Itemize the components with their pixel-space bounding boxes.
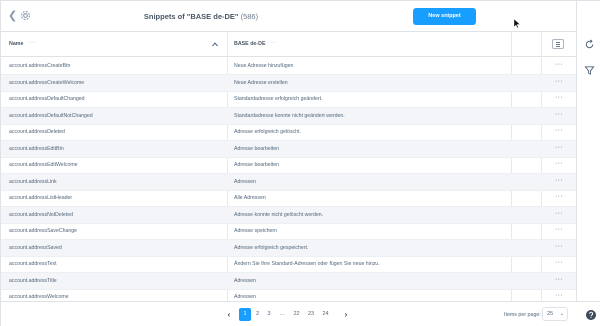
snippet-count: (586) [240, 12, 259, 21]
table-row[interactable]: account.addressEditWelcome Adresse bearbe… [1, 157, 576, 174]
snippet-value-cell[interactable]: Neue Adresse erstellen [234, 80, 288, 86]
table-row[interactable]: account.addressNotDeleted Adresse konnte … [1, 206, 576, 224]
chevron-down-icon: ⌄ [559, 311, 564, 317]
table-row[interactable]: account.addressDefaultNotChanged Standard… [1, 107, 576, 125]
snippet-value-cell[interactable]: Standardadresse konnte nicht geändert we… [234, 113, 345, 119]
app-window: ❮ Snippets of "BASE de-DE" (586) New sni… [0, 0, 600, 326]
table-row[interactable]: account.addressListHeader Alle Adressen ··… [1, 190, 576, 207]
snippet-name-cell[interactable]: account.addressTitle [9, 278, 57, 284]
table-row[interactable]: account.addressSaved Adresse erfolgreich … [1, 239, 576, 257]
snippet-value-cell[interactable]: Adressen [234, 294, 256, 300]
table-row[interactable]: account.addressCreateBtn Neue Adresse hin… [1, 58, 576, 75]
column-header-name[interactable]: Name [9, 41, 23, 47]
settings-line-icon [556, 44, 560, 45]
items-per-page-value: 25 [547, 311, 554, 317]
row-actions-icon[interactable]: ··· [554, 226, 564, 235]
snippet-value-cell[interactable]: Adresse konnte nicht gelöscht werden. [234, 212, 323, 218]
row-actions-icon[interactable]: ··· [554, 193, 564, 202]
items-per-page-select[interactable]: 25 ⌄ [542, 307, 568, 321]
column-settings-button[interactable] [552, 39, 564, 49]
table-row[interactable]: account.addressTitle Adressen ··· [1, 272, 576, 290]
row-actions-icon[interactable]: ··· [554, 127, 564, 136]
snippet-value-cell[interactable]: Adresse erfolgreich gespeichert. [234, 245, 308, 251]
page-title-text: Snippets of "BASE de-DE" [143, 12, 239, 21]
settings-line-icon [556, 46, 560, 47]
snippet-grid: Name ··· BASE de-DE ··· account.addressC… [1, 32, 576, 301]
page-button[interactable]: 22 [290, 308, 303, 321]
mouse-cursor-icon [514, 19, 520, 28]
snippet-value-cell[interactable]: Adresse bearbeiten [234, 146, 279, 152]
table-row[interactable]: account.addressLink Adressen ··· [1, 173, 576, 191]
table-row[interactable]: account.addressDefaultChanged Standardadr… [1, 91, 576, 108]
table-row[interactable]: account.addressText Ändern Sie Ihre Stand… [1, 256, 576, 273]
snippet-name-cell[interactable]: account.addressDefaultNotChanged [9, 113, 93, 119]
sort-ascending-icon[interactable] [212, 42, 218, 47]
page-button[interactable]: 1 [239, 308, 251, 321]
snippet-name-cell[interactable]: account.addressSaved [9, 245, 62, 251]
row-actions-icon[interactable]: ··· [554, 243, 564, 252]
table-row[interactable]: account.addressDeleted Adresse erfolgreic… [1, 124, 576, 141]
row-actions-icon[interactable]: ··· [554, 94, 564, 103]
pagination-bar: ‹ 1 2 3... 22 23 24 › Items per page: 25 ⌄ [1, 301, 600, 326]
settings-line-icon [556, 42, 560, 43]
snippet-name-cell[interactable]: account.addressDeleted [9, 129, 65, 135]
page-button[interactable]: 2 [253, 308, 263, 321]
snippet-value-cell[interactable]: Adresse bearbeiten [234, 162, 279, 168]
snippet-name-cell[interactable]: account.addressWelcome [9, 294, 69, 300]
table-row[interactable]: account.addressEditBtn Adresse bearbeiten… [1, 140, 576, 158]
page-button[interactable]: 3 [264, 308, 274, 321]
table-row[interactable]: account.addressCreateWelcome Neue Adresse… [1, 74, 576, 92]
snippet-value-cell[interactable]: Adressen [234, 179, 256, 185]
column-header-value[interactable]: BASE de-DE [234, 41, 266, 47]
help-icon[interactable] [586, 310, 596, 320]
row-actions-icon[interactable]: ··· [554, 160, 564, 169]
next-page-icon[interactable]: › [342, 308, 350, 321]
page-ellipsis: ... [279, 311, 285, 317]
snippet-name-cell[interactable]: account.addressEditWelcome [9, 162, 78, 168]
page-button[interactable]: 23 [305, 308, 318, 321]
snippet-value-cell[interactable]: Adressen [234, 278, 256, 284]
row-actions-icon[interactable]: ··· [554, 111, 564, 120]
table-row[interactable]: account.addressWelcome Adressen ··· [1, 289, 576, 301]
snippet-value-cell[interactable]: Adresse speichern [234, 228, 277, 234]
table-row[interactable]: account.addressSaveChange Adresse speiche… [1, 223, 576, 240]
snippet-name-cell[interactable]: account.addressCreateWelcome [9, 80, 84, 86]
snippet-name-cell[interactable]: account.addressDefaultChanged [9, 96, 85, 102]
snippet-name-cell[interactable]: account.addressLink [9, 179, 57, 185]
row-actions-icon[interactable]: ··· [554, 292, 564, 301]
row-actions-icon[interactable]: ··· [554, 61, 564, 70]
page-header: ❮ Snippets of "BASE de-DE" (586) New sni… [1, 1, 576, 32]
row-actions-icon[interactable]: ··· [554, 78, 564, 87]
column-menu-value[interactable]: ··· [267, 39, 276, 46]
row-actions-icon[interactable]: ··· [554, 144, 564, 153]
grid-header: Name ··· BASE de-DE ··· [1, 32, 576, 57]
row-actions-icon[interactable]: ··· [554, 259, 564, 268]
snippet-value-cell[interactable]: Standardadresse erfolgreich geändert. [234, 96, 323, 102]
filter-icon[interactable] [584, 65, 595, 76]
snippet-value-cell[interactable]: Ändern Sie Ihre Standard-Adressen oder f… [234, 261, 380, 267]
snippet-name-cell[interactable]: account.addressListHeader [9, 195, 72, 201]
snippet-value-cell[interactable]: Neue Adresse hinzufügen [234, 63, 293, 69]
row-actions-icon[interactable]: ··· [554, 210, 564, 219]
column-menu-name[interactable]: ··· [28, 39, 37, 46]
snippet-name-cell[interactable]: account.addressSaveChange [9, 228, 77, 234]
row-actions-icon[interactable]: ··· [554, 177, 564, 186]
snippet-value-cell[interactable]: Adresse erfolgreich gelöscht. [234, 129, 301, 135]
right-sidebar [576, 1, 600, 301]
new-snippet-button[interactable]: New snippet [413, 8, 476, 25]
page-button[interactable]: 24 [319, 308, 332, 321]
snippet-name-cell[interactable]: account.addressEditBtn [9, 146, 64, 152]
snippet-name-cell[interactable]: account.addressCreateBtn [9, 63, 70, 69]
snippet-name-cell[interactable]: account.addressText [9, 261, 57, 267]
page-title: Snippets of "BASE de-DE" (586) [1, 12, 401, 21]
items-per-page-label: Items per page: [504, 312, 541, 318]
snippet-name-cell[interactable]: account.addressNotDeleted [9, 212, 73, 218]
snippet-value-cell[interactable]: Alle Adressen [234, 195, 266, 201]
prev-page-icon[interactable]: ‹ [225, 308, 233, 321]
row-actions-icon[interactable]: ··· [554, 276, 564, 285]
refresh-icon[interactable] [584, 39, 595, 50]
